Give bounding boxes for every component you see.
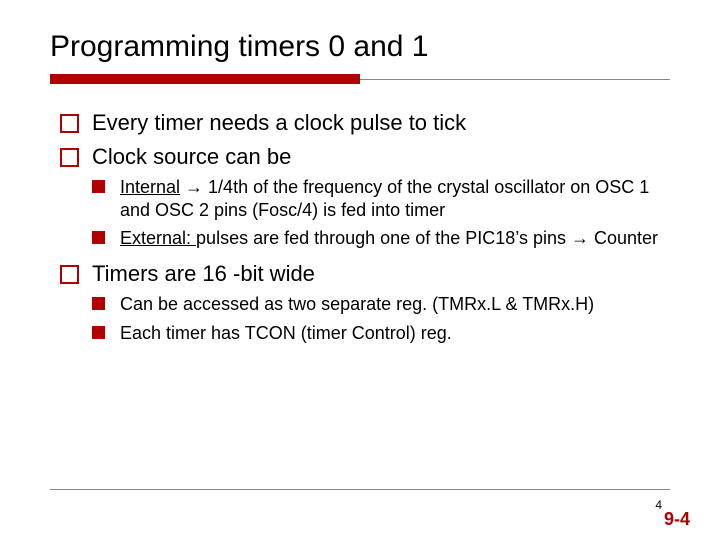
bullet-text: Timers are 16 -bit wide bbox=[92, 261, 315, 286]
rule-thin bbox=[360, 79, 670, 80]
bullet-text: Clock source can be bbox=[92, 144, 291, 169]
bullet-list-level2: Can be accessed as two separate reg. (TM… bbox=[92, 293, 670, 344]
bullet-item: Internal → 1/4th of the frequency of the… bbox=[92, 176, 670, 221]
slide: Programming timers 0 and 1 Every timer n… bbox=[0, 0, 720, 540]
footer-rule bbox=[50, 489, 670, 490]
bullet-list-level2: Internal → 1/4th of the frequency of the… bbox=[92, 176, 670, 250]
bullet-list-level1: Every timer needs a clock pulse to tick … bbox=[60, 109, 670, 344]
emphasis-underline: External: bbox=[120, 228, 196, 248]
bullet-text: Every timer needs a clock pulse to tick bbox=[92, 110, 466, 135]
page-number-small: 4 bbox=[655, 498, 662, 512]
bullet-item: External: pulses are fed through one of … bbox=[92, 227, 670, 250]
bullet-item: Every timer needs a clock pulse to tick bbox=[60, 109, 670, 137]
bullet-item: Can be accessed as two separate reg. (TM… bbox=[92, 293, 670, 316]
content-area: Every timer needs a clock pulse to tick … bbox=[50, 109, 670, 344]
bullet-text: → 1/4th of the frequency of the crystal … bbox=[120, 177, 649, 220]
bullet-item: Clock source can be Internal → 1/4th of … bbox=[60, 143, 670, 250]
page-number-large: 9-4 bbox=[664, 509, 690, 530]
bullet-item: Timers are 16 -bit wide Can be accessed … bbox=[60, 260, 670, 345]
title-rule bbox=[50, 74, 670, 84]
slide-title: Programming timers 0 and 1 bbox=[50, 30, 670, 64]
bullet-text: Can be accessed as two separate reg. (TM… bbox=[120, 294, 594, 314]
rule-thick bbox=[50, 74, 360, 84]
bullet-text: pulses are fed through one of the PIC18’… bbox=[196, 228, 658, 248]
emphasis-underline: Internal bbox=[120, 177, 180, 197]
bullet-item: Each timer has TCON (timer Control) reg. bbox=[92, 322, 670, 345]
bullet-text: Each timer has TCON (timer Control) reg. bbox=[120, 323, 452, 343]
